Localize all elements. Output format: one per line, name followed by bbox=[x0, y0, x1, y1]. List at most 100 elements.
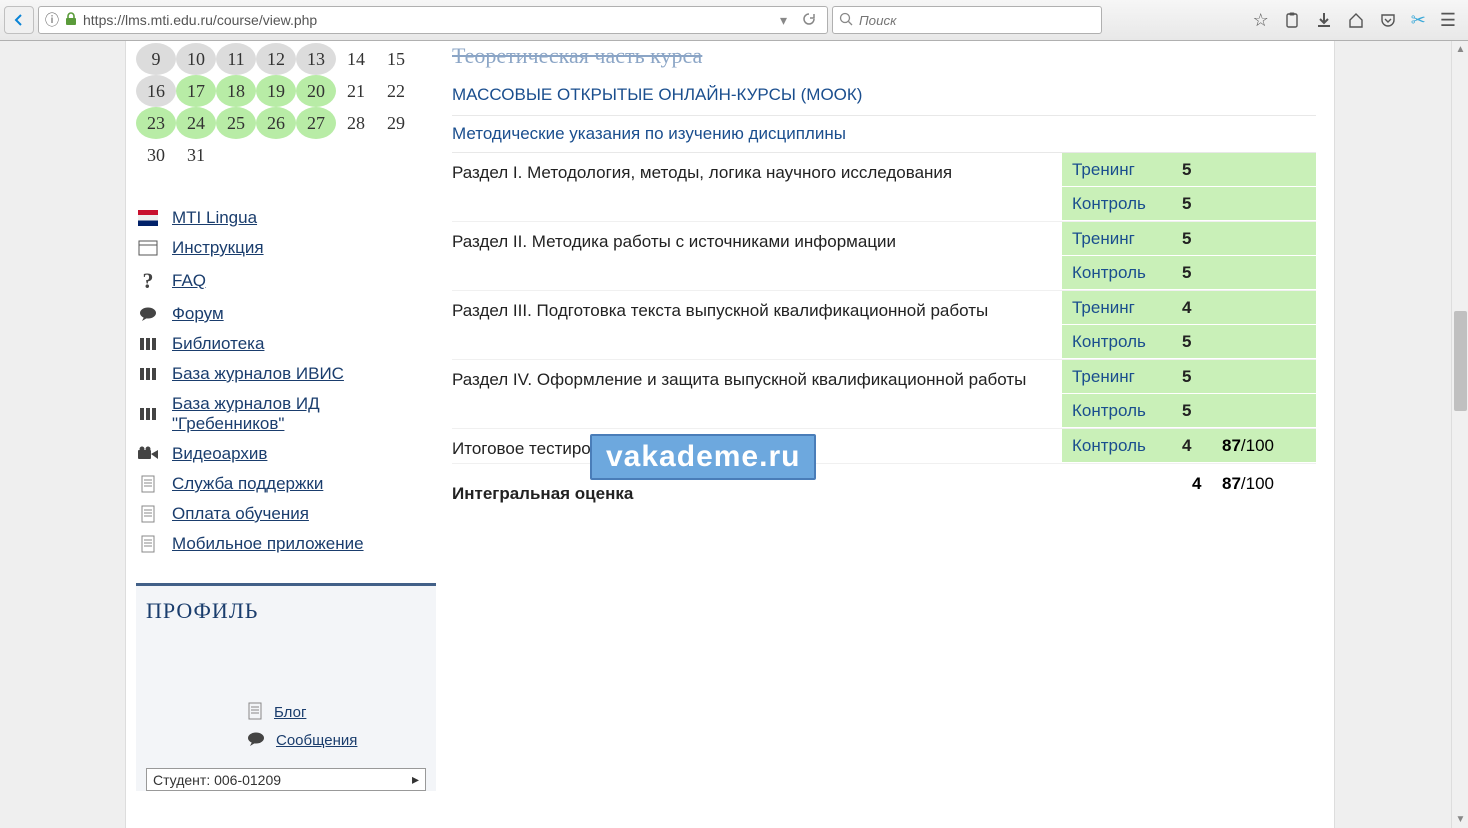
sidebar-link-label[interactable]: Оплата обучения bbox=[172, 504, 309, 524]
track-link[interactable]: Контроль bbox=[1062, 194, 1182, 214]
calendar-day[interactable]: 14 bbox=[336, 43, 376, 75]
calendar-day[interactable]: 18 bbox=[216, 75, 256, 107]
calendar-day[interactable]: 13 bbox=[296, 43, 336, 75]
track-score: 5 bbox=[1182, 229, 1222, 249]
calendar-day[interactable]: 15 bbox=[376, 43, 416, 75]
profile-link-label[interactable]: Сообщения bbox=[276, 732, 357, 749]
books-icon bbox=[136, 366, 160, 382]
sidebar-link: Мобильное приложение bbox=[136, 529, 436, 559]
calendar-day[interactable]: 22 bbox=[376, 75, 416, 107]
track-link[interactable]: Контроль bbox=[1062, 436, 1182, 456]
calendar-day[interactable]: 10 bbox=[176, 43, 216, 75]
sidebar-link: Оплата обучения bbox=[136, 499, 436, 529]
calendar-day[interactable]: 9 bbox=[136, 43, 176, 75]
calendar-day[interactable]: 27 bbox=[296, 107, 336, 139]
section-title: Раздел III. Подготовка текста выпускной … bbox=[452, 291, 1062, 359]
reload-button[interactable] bbox=[797, 11, 821, 30]
sidebar-link: Инструкция bbox=[136, 233, 436, 263]
sidebar-link-label[interactable]: Инструкция bbox=[172, 238, 264, 258]
profile-block: ПРОФИЛЬ БлогСообщения Студент: 006-01209… bbox=[136, 583, 436, 791]
doc-icon bbox=[136, 505, 160, 523]
downloads-icon[interactable] bbox=[1315, 10, 1333, 31]
track-row: Контроль5 bbox=[1062, 187, 1316, 221]
sidebar-link: Служба поддержки bbox=[136, 469, 436, 499]
calendar-day[interactable]: 28 bbox=[336, 107, 376, 139]
doc-icon bbox=[246, 702, 264, 723]
pocket-icon[interactable] bbox=[1379, 10, 1397, 31]
calendar-day[interactable]: 11 bbox=[216, 43, 256, 75]
sidebar-link-label[interactable]: Мобильное приложение bbox=[172, 534, 364, 554]
calendar-day[interactable]: 21 bbox=[336, 75, 376, 107]
track-link[interactable]: Контроль bbox=[1062, 263, 1182, 283]
section-title: Раздел I. Методология, методы, логика на… bbox=[452, 153, 1062, 221]
url-text: https://lms.mti.edu.ru/course/view.php bbox=[83, 12, 770, 28]
search-input[interactable] bbox=[859, 13, 1095, 28]
calendar-day[interactable]: 30 bbox=[136, 139, 176, 171]
home-icon[interactable] bbox=[1347, 10, 1365, 31]
search-icon bbox=[839, 12, 853, 29]
watermark: vakademe.ru bbox=[590, 434, 816, 480]
back-button[interactable] bbox=[4, 6, 34, 34]
course-header-cut: Теоретическая часть курса bbox=[452, 41, 1316, 75]
track-link[interactable]: Тренинг bbox=[1062, 367, 1182, 387]
menu-icon[interactable]: ☰ bbox=[1440, 10, 1456, 31]
video-icon bbox=[136, 446, 160, 462]
calendar-day[interactable]: 19 bbox=[256, 75, 296, 107]
bookmark-star-icon[interactable]: ☆ bbox=[1253, 10, 1269, 31]
track-score: 5 bbox=[1182, 332, 1222, 352]
track-link[interactable]: Контроль bbox=[1062, 332, 1182, 352]
calendar-day bbox=[256, 139, 296, 171]
sidebar-link-label[interactable]: База журналов ИД"Гребенников" bbox=[172, 394, 320, 434]
calendar-day[interactable]: 20 bbox=[296, 75, 336, 107]
books-icon bbox=[136, 336, 160, 352]
section-row: Раздел III. Подготовка текста выпускной … bbox=[452, 291, 1316, 360]
toolbar-icons: ☆ ✂ ☰ bbox=[1253, 10, 1464, 31]
sidebar-link: Видеоархив bbox=[136, 439, 436, 469]
url-bar[interactable]: ⓘ https://lms.mti.edu.ru/course/view.php… bbox=[38, 6, 828, 34]
track-link[interactable]: Тренинг bbox=[1062, 298, 1182, 318]
sidebar-link-label[interactable]: MTI Lingua bbox=[172, 208, 257, 228]
calendar-day bbox=[376, 139, 416, 171]
books-icon bbox=[136, 406, 160, 422]
search-bar[interactable] bbox=[832, 6, 1102, 34]
lock-icon bbox=[65, 12, 77, 29]
sidebar-link-label[interactable]: Служба поддержки bbox=[172, 474, 323, 494]
track-link[interactable]: Контроль bbox=[1062, 401, 1182, 421]
dropdown-icon[interactable]: ▾ bbox=[776, 12, 791, 29]
scroll-up-icon[interactable]: ▲ bbox=[1452, 41, 1468, 58]
scroll-down-icon[interactable]: ▼ bbox=[1452, 811, 1468, 828]
sidebar-link-label[interactable]: Форум bbox=[172, 304, 224, 324]
calendar-day[interactable]: 25 bbox=[216, 107, 256, 139]
profile-link-label[interactable]: Блог bbox=[274, 704, 306, 721]
calendar-day[interactable]: 24 bbox=[176, 107, 216, 139]
sidebar-link-label[interactable]: Библиотека bbox=[172, 334, 264, 354]
calendar-day bbox=[296, 139, 336, 171]
track-row: Тренинг4 bbox=[1062, 291, 1316, 325]
browser-toolbar: ⓘ https://lms.mti.edu.ru/course/view.php… bbox=[0, 0, 1468, 41]
calendar-day[interactable]: 23 bbox=[136, 107, 176, 139]
mook-link[interactable]: МАССОВЫЕ ОТКРЫТЫЕ ОНЛАЙН-КУРСЫ (МООК) bbox=[452, 75, 1316, 115]
method-link[interactable]: Методические указания по изучению дисцип… bbox=[452, 115, 1316, 152]
sidebar-link-label[interactable]: FAQ bbox=[172, 271, 206, 291]
calendar-day[interactable]: 31 bbox=[176, 139, 216, 171]
scrollbar[interactable]: ▲ ▼ bbox=[1451, 41, 1468, 828]
sidebar-link: Форум bbox=[136, 299, 436, 329]
profile-select[interactable]: Студент: 006-01209 ▸ bbox=[146, 768, 426, 791]
calendar-day[interactable]: 26 bbox=[256, 107, 296, 139]
calendar-day[interactable]: 16 bbox=[136, 75, 176, 107]
calendar-day[interactable]: 17 bbox=[176, 75, 216, 107]
calendar-day[interactable]: 29 bbox=[376, 107, 416, 139]
calendar-day bbox=[216, 139, 256, 171]
extension-icon[interactable]: ✂ bbox=[1411, 10, 1426, 31]
doc-icon bbox=[136, 535, 160, 553]
profile-link: Блог bbox=[246, 698, 436, 727]
calendar-day[interactable]: 12 bbox=[256, 43, 296, 75]
scrollbar-thumb[interactable] bbox=[1454, 311, 1467, 411]
track-link[interactable]: Тренинг bbox=[1062, 229, 1182, 249]
sidebar-link-label[interactable]: База журналов ИВИС bbox=[172, 364, 344, 384]
clipboard-icon[interactable] bbox=[1283, 10, 1301, 31]
sidebar-link-label[interactable]: Видеоархив bbox=[172, 444, 267, 464]
doc-icon bbox=[136, 475, 160, 493]
sidebar-link: База журналов ИВИС bbox=[136, 359, 436, 389]
track-link[interactable]: Тренинг bbox=[1062, 160, 1182, 180]
